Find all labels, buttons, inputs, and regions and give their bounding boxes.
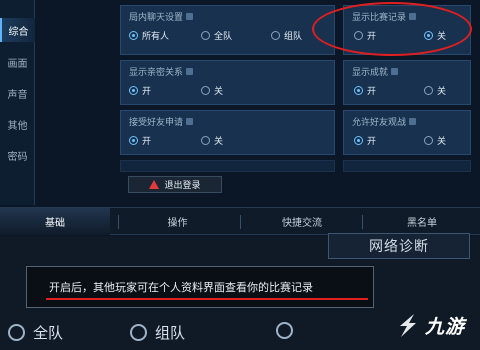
sidebar-item-password[interactable]: 密码 [0,143,35,167]
show-close-title: 显示亲密关系 [129,68,184,78]
chat-option-party-label: 组队 [284,32,303,42]
chat-setting-title: 局内聊天设置 [129,13,184,23]
logout-label: 退出登录 [164,181,201,191]
show-achievement-off-label: 关 [437,87,447,97]
show-achievement-off[interactable]: 关 [424,84,446,97]
friend-request-off[interactable]: 关 [201,134,223,147]
jiuyou-logo-text: 九游 [425,315,466,338]
hidden-setting-row [120,160,335,172]
record-tooltip: 开启后，其他玩家可在个人资料界面查看你的比赛记录 [26,266,374,308]
allow-watch-off[interactable]: 关 [424,134,446,147]
lower-option-team[interactable]: 全队 [8,322,63,343]
settings-sidebar: 综合 画面 声音 其他 密码 [0,0,35,205]
chat-setting-title-wrap: 局内聊天设置 [129,10,194,23]
show-close-panel: 显示亲密关系 开 关 [120,60,335,105]
tab-divider [240,215,241,229]
info-icon[interactable] [186,118,194,125]
chat-option-team[interactable]: 全队 [201,29,232,42]
info-icon[interactable] [186,68,194,75]
sidebar-item-general[interactable]: 综合 [0,18,35,42]
tooltip-text: 开启后，其他玩家可在个人资料界面查看你的比赛记录 [49,281,313,294]
lower-option-party[interactable]: 组队 [130,322,185,343]
radio-icon [424,86,433,95]
radio-icon [424,136,433,145]
lower-option-partial[interactable] [276,322,293,339]
show-achievement-title: 显示成就 [352,68,389,78]
show-achievement-title-wrap: 显示成就 [352,65,399,78]
hidden-setting-row [343,160,471,172]
show-achievement-on[interactable]: 开 [354,84,376,97]
highlight-underline [46,298,368,300]
logout-button[interactable]: 退出登录 [128,176,222,193]
tab-bar: 基础 操作 快捷交流 黑名单 [0,207,480,235]
tab-blacklist[interactable]: 黑名单 [364,208,480,235]
allow-watch-on[interactable]: 开 [354,134,376,147]
allow-watch-panel: 允许好友观战 开 关 [343,110,471,155]
show-close-on[interactable]: 开 [129,84,151,97]
allow-watch-off-label: 关 [437,137,447,147]
show-achievement-panel: 显示成就 开 关 [343,60,471,105]
radio-icon [201,31,210,40]
radio-selected-icon [129,86,138,95]
radio-selected-icon [354,136,363,145]
friend-request-title: 接受好友申请 [129,118,184,128]
friend-request-panel: 接受好友申请 开 关 [120,110,335,155]
allow-watch-on-label: 开 [367,137,377,147]
info-icon[interactable] [391,68,399,75]
show-close-off-label: 关 [214,87,224,97]
lower-option-party-label: 组队 [155,324,186,342]
chat-option-all[interactable]: 所有人 [129,29,169,42]
show-achievement-on-label: 开 [367,87,377,97]
tab-divider [118,215,119,229]
radio-icon [8,324,25,341]
tab-divider [362,215,363,229]
sidebar-item-other[interactable]: 其他 [0,112,35,136]
friend-request-title-wrap: 接受好友申请 [129,115,194,128]
chat-option-party[interactable]: 组队 [271,29,302,42]
tab-quick-chat[interactable]: 快捷交流 [242,208,362,235]
info-icon[interactable] [409,118,417,125]
radio-icon [130,324,147,341]
show-close-title-wrap: 显示亲密关系 [129,65,194,78]
tab-operation[interactable]: 操作 [120,208,235,235]
radio-selected-icon [129,136,138,145]
sidebar-item-sound[interactable]: 声音 [0,81,35,105]
warning-icon [149,180,160,189]
highlight-oval [312,2,472,56]
radio-selected-icon [129,31,138,40]
friend-request-off-label: 关 [214,137,224,147]
friend-request-on[interactable]: 开 [129,134,151,147]
show-close-off[interactable]: 关 [201,84,223,97]
radio-selected-icon [354,86,363,95]
friend-request-on-label: 开 [142,137,152,147]
radio-icon [276,322,293,339]
tab-basic[interactable]: 基础 [0,208,110,235]
chat-setting-panel: 局内聊天设置 所有人 全队 组队 [120,5,335,55]
radio-icon [201,136,210,145]
sidebar-item-graphics[interactable]: 画面 [0,50,35,74]
network-diagnose-button[interactable]: 网络诊断 [328,233,470,259]
info-icon[interactable] [186,13,194,20]
allow-watch-title-wrap: 允许好友观战 [352,115,417,128]
chat-option-all-label: 所有人 [142,32,170,42]
show-close-on-label: 开 [142,87,152,97]
radio-icon [201,86,210,95]
jiuyou-logo-icon [400,314,416,337]
lower-option-team-label: 全队 [33,324,64,342]
radio-icon [271,31,280,40]
allow-watch-title: 允许好友观战 [352,118,407,128]
jiuyou-watermark-logo: 九游 [392,304,478,346]
chat-option-team-label: 全队 [214,32,233,42]
